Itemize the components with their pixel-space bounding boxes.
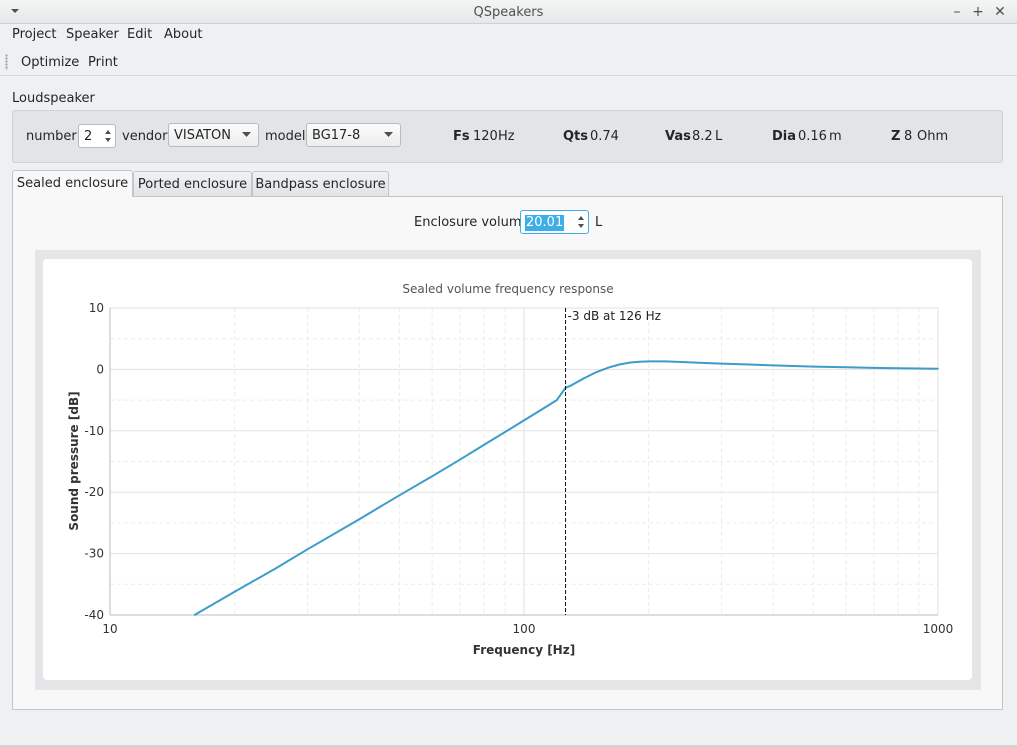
window-title: QSpeakers xyxy=(473,5,544,20)
vendor-value: VISATON xyxy=(174,128,232,143)
enclosure-volume-input[interactable]: 20.01 xyxy=(520,210,589,234)
model-label: model xyxy=(265,129,306,144)
vendor-combobox[interactable]: VISATON xyxy=(168,123,259,147)
number-label: number xyxy=(26,129,77,144)
qts-label: Qts xyxy=(563,129,589,144)
spin-arrows-icon[interactable] xyxy=(576,213,586,231)
fs-value: 120 xyxy=(473,129,498,144)
menu-speaker[interactable]: Speaker xyxy=(66,27,119,42)
tab-bandpass-enclosure[interactable]: Bandpass enclosure xyxy=(252,171,389,197)
z-unit: Ohm xyxy=(917,129,949,144)
model-value: BG17-8 xyxy=(312,128,361,143)
spin-arrows-icon[interactable] xyxy=(103,127,113,145)
optimize-button[interactable]: Optimize xyxy=(21,55,79,70)
menu-about[interactable]: About xyxy=(164,27,202,42)
dia-unit: m xyxy=(829,129,842,144)
vas-label: Vas xyxy=(665,129,691,144)
chart-card xyxy=(43,259,972,680)
tab-ported-enclosure[interactable]: Ported enclosure xyxy=(133,171,252,197)
minimize-button[interactable]: – xyxy=(948,3,966,21)
enclosure-volume-value: 20.01 xyxy=(525,215,565,231)
qts-value: 0.74 xyxy=(590,129,619,144)
fs-unit: Hz xyxy=(498,129,515,144)
enclosure-volume-label: Enclosure volume xyxy=(414,215,530,230)
toolbar-grip-handle[interactable] xyxy=(5,54,8,70)
print-button[interactable]: Print xyxy=(88,55,118,70)
vas-value: 8.2 xyxy=(692,129,713,144)
loudspeaker-group-title: Loudspeaker xyxy=(12,91,95,106)
dia-label: Dia xyxy=(772,129,797,144)
model-combobox[interactable]: BG17-8 xyxy=(306,123,401,147)
tab-sealed-enclosure[interactable]: Sealed enclosure xyxy=(12,170,133,197)
menu-edit[interactable]: Edit xyxy=(127,27,152,42)
chevron-down-icon xyxy=(242,132,251,137)
number-spinbox[interactable]: 2 xyxy=(78,124,116,148)
title-bar: QSpeakers – + ✕ xyxy=(0,0,1017,24)
menu-project[interactable]: Project xyxy=(12,27,56,42)
chevron-down-icon xyxy=(384,132,393,137)
close-button[interactable]: ✕ xyxy=(991,3,1009,21)
maximize-button[interactable]: + xyxy=(969,3,987,21)
enclosure-volume-unit: L xyxy=(595,215,603,230)
toolbar: Optimize Print xyxy=(0,48,1017,76)
menu-bar: Project Speaker Edit About xyxy=(0,24,1017,46)
fs-label: Fs xyxy=(453,129,470,144)
vas-unit: L xyxy=(715,129,723,144)
z-label: Z xyxy=(891,129,901,144)
vendor-label: vendor xyxy=(122,129,168,144)
number-value: 2 xyxy=(84,129,93,144)
z-value: 8 xyxy=(904,129,913,144)
dia-value: 0.16 xyxy=(798,129,827,144)
